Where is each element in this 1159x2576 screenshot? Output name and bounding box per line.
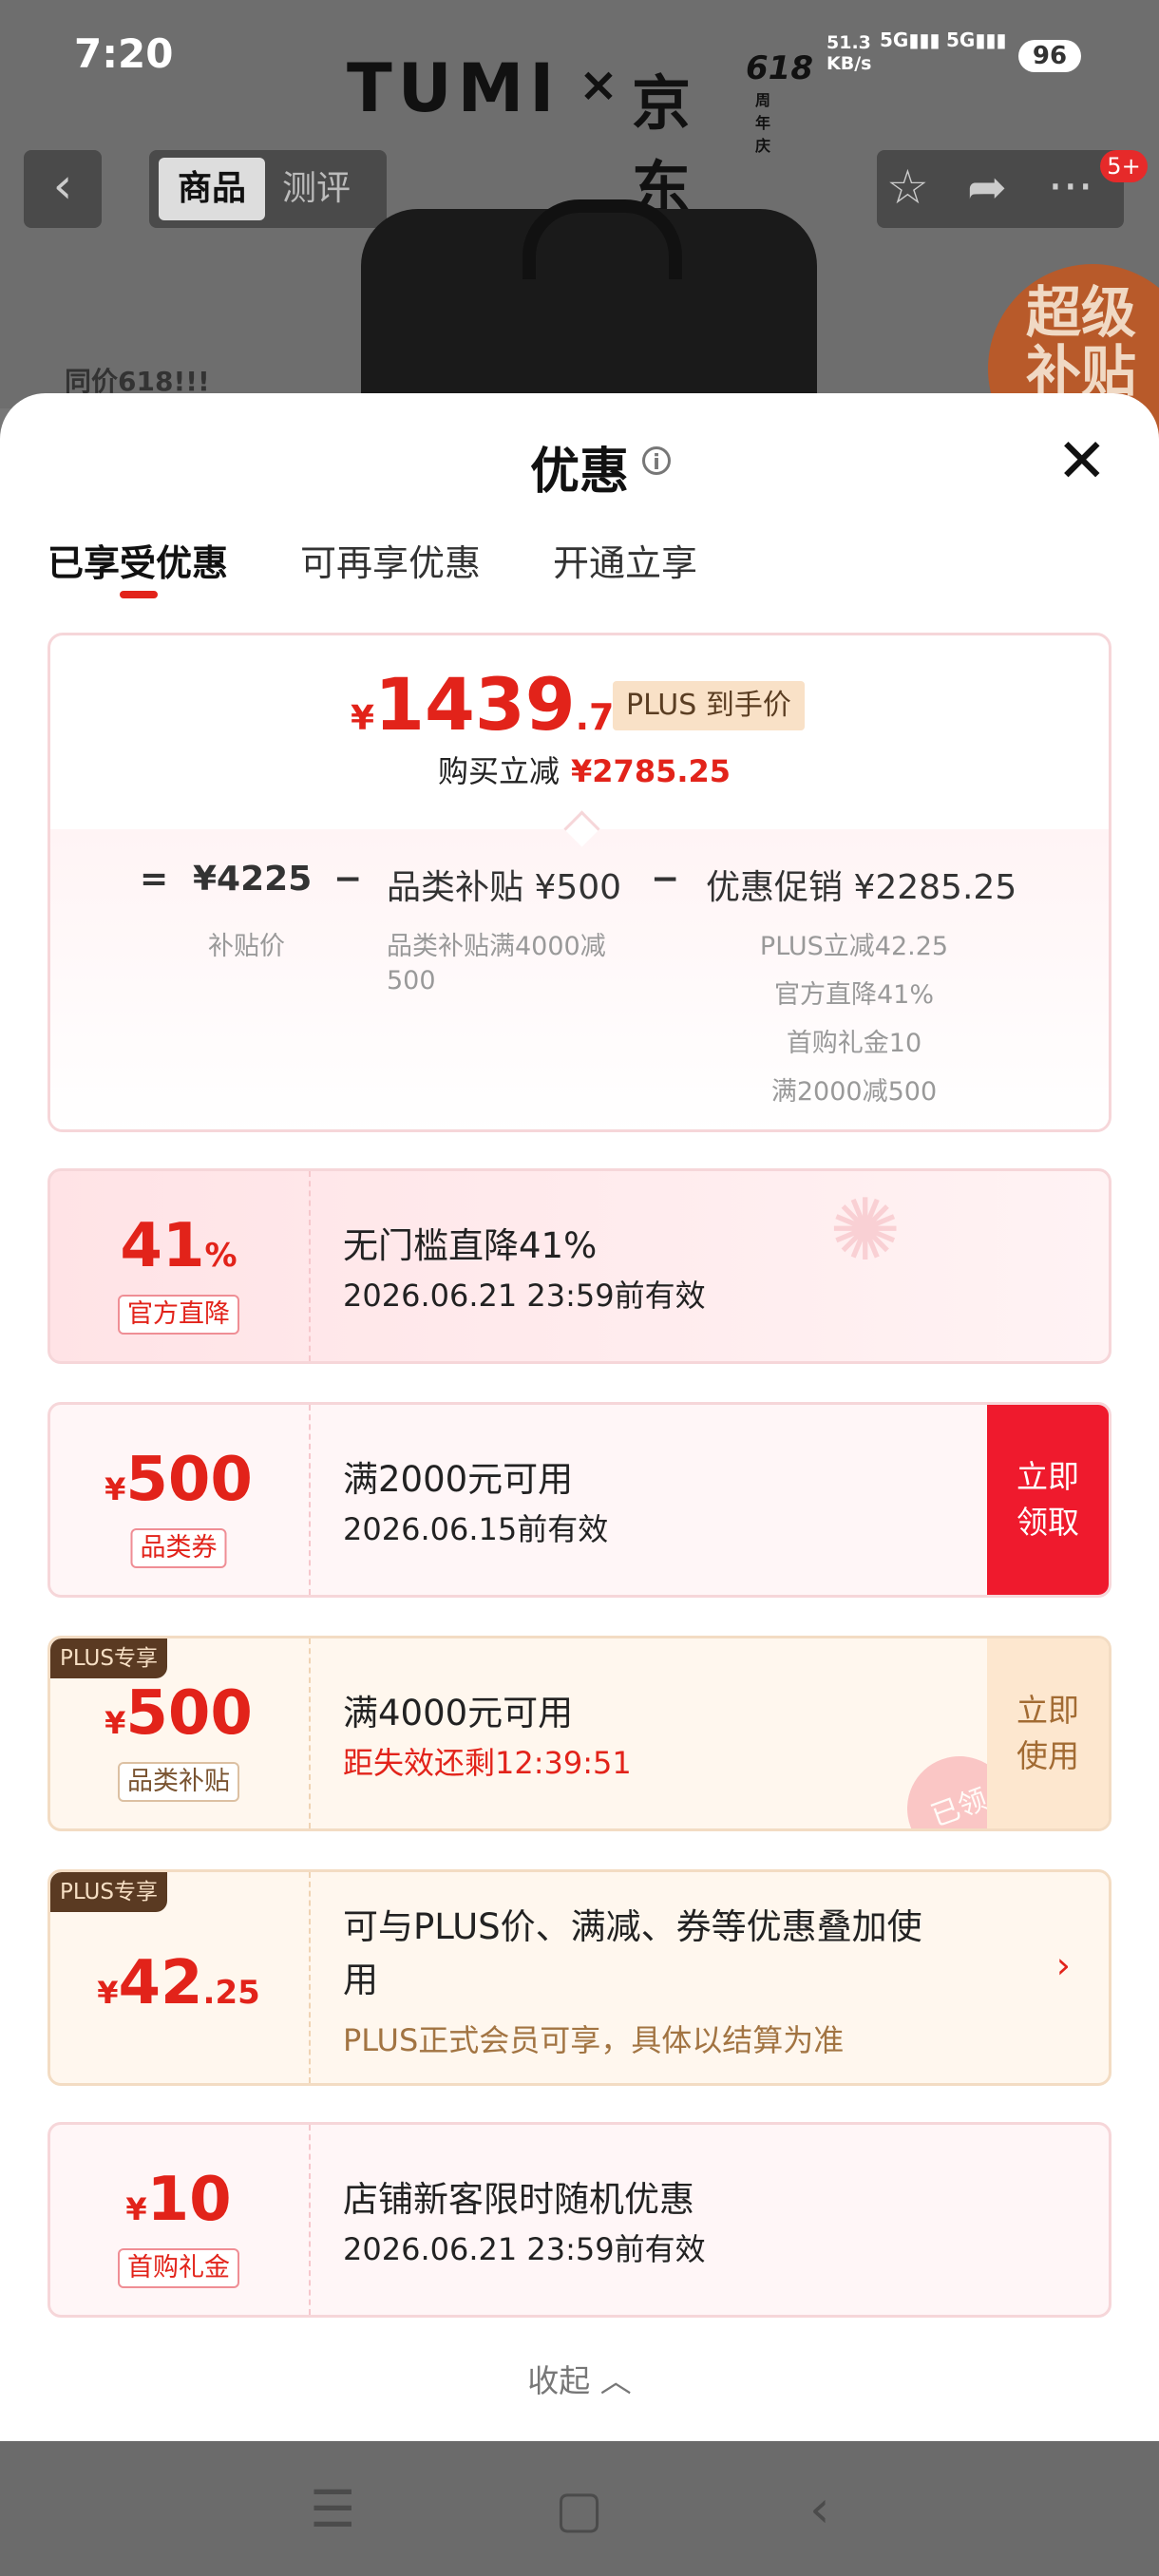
product-image xyxy=(361,199,817,399)
speed-unit: KB/s xyxy=(826,53,872,74)
network-speed: 51.3 KB/s xyxy=(826,32,871,74)
clock: 7:20 xyxy=(74,30,174,77)
active-tab-indicator xyxy=(120,591,158,598)
chevron-right-icon[interactable]: › xyxy=(1056,1944,1071,1986)
tab-activate[interactable]: 开通立享 xyxy=(553,534,697,586)
base-price: ¥4225 xyxy=(193,860,313,899)
plus-price-tag: PLUS 到手价 xyxy=(613,681,805,730)
message-badge: 5+ xyxy=(1100,150,1148,182)
coupon-plus-subsidy: PLUS专享 ¥500 品类补贴 满4000元可用 距失效还剩12:39:51 … xyxy=(48,1636,1112,1831)
tumi-logo: TUMI xyxy=(347,49,560,127)
buy-reduce: 购买立减 ¥2785.25 xyxy=(438,753,732,789)
coupon-tag: 品类补贴 xyxy=(118,1762,239,1802)
jd-logo: 京东 xyxy=(632,68,692,223)
category-label: 品类补贴满4000减 500 xyxy=(387,932,606,995)
collab-x: × xyxy=(579,57,618,112)
signal-2-icon: 5G▮▮▮ xyxy=(946,28,1007,51)
coupon-official-discount[interactable]: ✺ 41% 官方直降 无门槛直降41% 2026.06.21 23:59前有效 xyxy=(48,1168,1112,1364)
promo-total: 优惠促销 ¥2285.25 xyxy=(706,868,1017,907)
coupon-note: PLUS正式会员可享，具体以结算为准 xyxy=(343,2022,845,2058)
coupon-first-purchase: ¥10 首购礼金 店铺新客限时随机优惠 2026.06.21 23:59前有效 xyxy=(48,2122,1112,2318)
minus-sign: − xyxy=(651,860,680,899)
category-subsidy: 品类补贴 ¥500 xyxy=(387,868,622,907)
anniv-number: 618 xyxy=(746,49,813,87)
back-button[interactable]: ‹ xyxy=(24,150,102,228)
share-icon[interactable]: ➦ xyxy=(967,160,1007,215)
system-nav-bar: ☰ ▢ ‹ xyxy=(0,2441,1159,2576)
coupon-title: 满4000元可用 xyxy=(343,1693,574,1733)
coupon-expiry: 2026.06.21 23:59前有效 xyxy=(343,2231,706,2267)
claim-button[interactable]: 立即 领取 xyxy=(987,1405,1109,1595)
page-tabs: 商品 测评 xyxy=(149,150,387,228)
tab-goods[interactable]: 商品 xyxy=(159,158,265,220)
discount-sheet: 优惠 i ✕ 已享受优惠 可再享优惠 开通立享 ¥1439.75 PLUS 到手… xyxy=(0,393,1159,2441)
base-label: 补贴价 xyxy=(208,932,285,961)
coupon-category: ¥500 品类券 满2000元可用 2026.06.15前有效 立即 领取 xyxy=(48,1402,1112,1598)
coupon-tag: 官方直降 xyxy=(118,1295,239,1335)
coupon-plus-reduce[interactable]: PLUS专享 ¥42.25 可与PLUS价、满减、券等优惠叠加使用 PLUS正式… xyxy=(48,1869,1112,2086)
close-icon[interactable]: ✕ xyxy=(1056,431,1108,492)
anniv-text: 周年庆 xyxy=(755,91,771,155)
use-button[interactable]: 立即 使用 xyxy=(987,1638,1109,1828)
coupon-expiry: 2026.06.21 23:59前有效 xyxy=(343,1278,706,1314)
back-icon[interactable]: ‹ xyxy=(809,2479,830,2539)
minus-sign: − xyxy=(333,860,363,899)
info-icon[interactable]: i xyxy=(642,446,671,475)
tab-review[interactable]: 测评 xyxy=(282,158,351,220)
coupon-title: 无门槛直降41% xyxy=(343,1225,598,1266)
battery-icon: 96 xyxy=(1018,40,1081,72)
price-summary: ¥1439.75 PLUS 到手价 购买立减 ¥2785.25 = ¥4225 −… xyxy=(48,633,1112,1132)
coupon-tag: 品类券 xyxy=(130,1528,227,1568)
more-icon[interactable]: ··· xyxy=(1048,160,1093,215)
tab-more[interactable]: 可再享优惠 xyxy=(300,534,481,586)
sheet-title: 优惠 xyxy=(529,444,629,501)
coupon-countdown: 距失效还剩12:39:51 xyxy=(343,1745,632,1781)
coupon-title: 店铺新客限时随机优惠 xyxy=(343,2179,694,2220)
menu-icon[interactable]: ☰ xyxy=(310,2479,355,2539)
signal-1-icon: 5G▮▮▮ xyxy=(880,28,940,51)
coupon-tag: 首购礼金 xyxy=(118,2248,239,2288)
final-price: ¥1439.75 xyxy=(351,662,639,747)
promo-breakdown: PLUS立减42.25 官方直降41% 首购礼金10 满2000减500 xyxy=(759,932,949,1107)
coupon-amount: ¥42.25 xyxy=(97,1948,260,2018)
speed-value: 51.3 xyxy=(826,32,871,53)
coupon-expiry: 2026.06.15前有效 xyxy=(343,1511,609,1547)
coupon-title: 可与PLUS价、满减、券等优惠叠加使用 xyxy=(343,1906,922,2000)
plus-promo[interactable]: 超级 补贴 xyxy=(988,217,1159,473)
equals-sign: = xyxy=(140,860,169,899)
tab-enjoyed[interactable]: 已享受优惠 xyxy=(48,534,228,586)
coupon-title: 满2000元可用 xyxy=(343,1459,574,1500)
collapse-button[interactable]: 收起 ︿ xyxy=(0,2356,1159,2401)
home-icon[interactable]: ▢ xyxy=(555,2479,603,2539)
firework-decoration: ✺ xyxy=(829,1181,902,1280)
star-icon[interactable]: ☆ xyxy=(886,160,929,215)
plus-exclusive-badge: PLUS专享 xyxy=(50,1872,167,1912)
